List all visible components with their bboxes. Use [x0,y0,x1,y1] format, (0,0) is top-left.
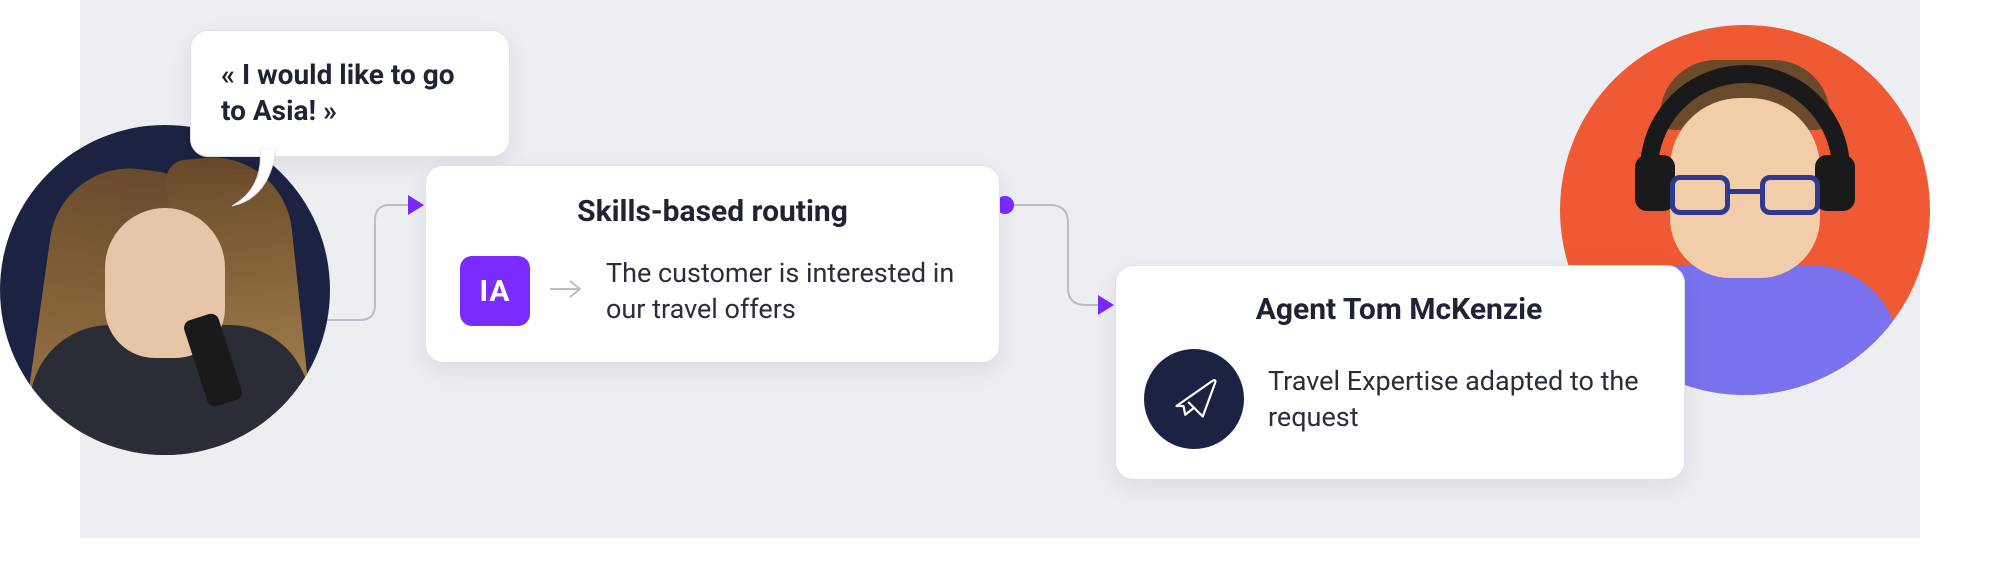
ai-badge-label: IA [479,274,510,309]
customer-quote-text: « I would like to go to Asia! » [221,58,455,127]
customer-avatar [0,125,330,455]
customer-quote-bubble: « I would like to go to Asia! » [190,30,510,157]
routing-card: Skills-based routing IA The customer is … [425,165,1000,363]
arrowhead-icon [408,195,426,219]
arrow-right-icon [548,277,588,305]
agent-skill-text: Travel Expertise adapted to the request [1268,363,1654,436]
arrowhead-icon [1098,295,1116,319]
agent-card: Agent Tom McKenzie Travel Expertise adap… [1115,265,1685,480]
routing-title: Skills-based routing [460,194,965,229]
routing-insight-text: The customer is interested in our travel… [606,255,965,328]
agent-title: Agent Tom McKenzie [1144,292,1654,327]
ai-badge-icon: IA [460,256,530,326]
plane-icon [1144,349,1244,449]
diagram-canvas: « I would like to go to Asia! » Skills-b… [0,0,2000,564]
